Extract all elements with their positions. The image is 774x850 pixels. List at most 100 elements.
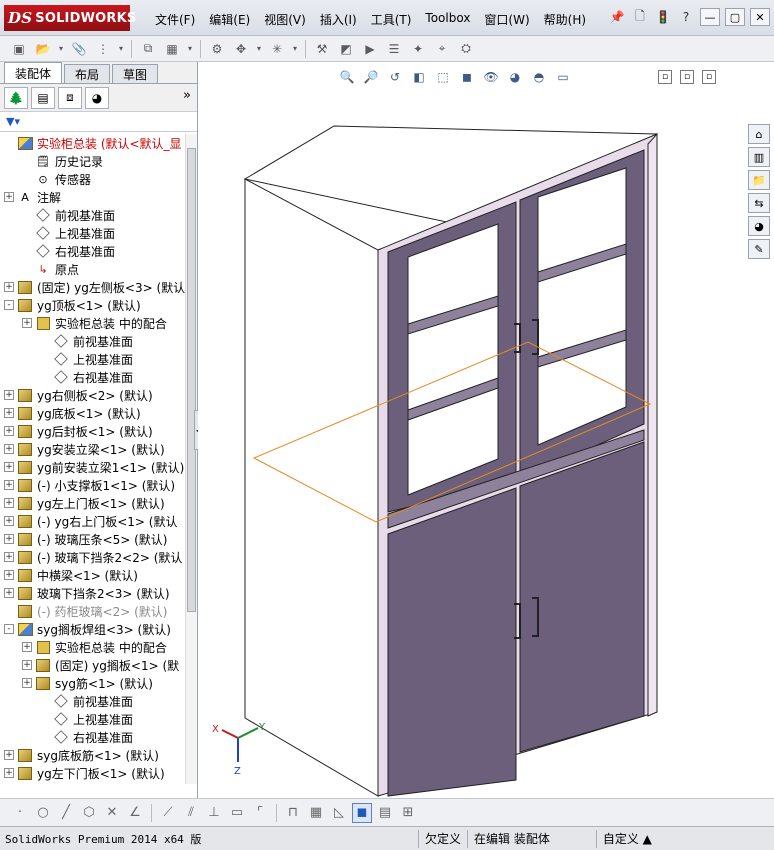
- appearances-icon[interactable]: ◕: [748, 216, 770, 236]
- display-manager-icon[interactable]: ◕: [85, 86, 109, 109]
- expand-icon[interactable]: +: [22, 678, 32, 688]
- tree-item[interactable]: + syg底板筋<1> (默认): [4, 746, 159, 764]
- grid-icon[interactable]: ▦: [306, 803, 326, 823]
- triangle-icon[interactable]: ◺: [329, 803, 349, 823]
- rectangle-icon[interactable]: ▭: [227, 803, 247, 823]
- menu-toolbox[interactable]: Toolbox: [418, 9, 477, 30]
- expand-icon[interactable]: +: [4, 462, 14, 472]
- tree-item[interactable]: 🗒 历史记录: [22, 152, 103, 170]
- tree-item[interactable]: + yg底板<1> (默认): [4, 404, 141, 422]
- menu-file[interactable]: 文件(F): [148, 9, 202, 30]
- tree-item[interactable]: + A 注解: [4, 188, 61, 206]
- maximize-button[interactable]: ▢: [725, 8, 745, 26]
- expand-icon[interactable]: +: [4, 426, 14, 436]
- custom-properties-icon[interactable]: ✎: [748, 239, 770, 259]
- move-dropdown-icon[interactable]: ▾: [254, 39, 264, 59]
- smart-dimension-icon[interactable]: ⟋: [158, 803, 178, 823]
- tree-item[interactable]: + 中横梁<1> (默认): [4, 566, 138, 584]
- tree-item[interactable]: + 实验柜总装 中的配合: [22, 638, 167, 656]
- expand-icon[interactable]: +: [4, 282, 14, 292]
- tree-item[interactable]: + yg安装立梁<1> (默认): [4, 440, 165, 458]
- open-dropdown-icon[interactable]: ▾: [56, 39, 66, 59]
- open-icon[interactable]: 📂: [32, 39, 54, 59]
- menu-edit[interactable]: 编辑(E): [202, 9, 257, 30]
- tree-item[interactable]: 前视基准面: [22, 206, 115, 224]
- collapse-icon[interactable]: -: [4, 300, 14, 310]
- minimize-button[interactable]: —: [700, 8, 720, 26]
- split-view-icon[interactable]: ▤: [375, 803, 395, 823]
- tree-item[interactable]: 右视基准面: [22, 242, 115, 260]
- expand-icon[interactable]: +: [4, 750, 14, 760]
- component-pattern-icon[interactable]: ▦: [161, 39, 183, 59]
- property-manager-icon[interactable]: ▤: [31, 86, 55, 109]
- tree-item[interactable]: + (-) 小支撑板1<1> (默认): [4, 476, 175, 494]
- pattern-dropdown-icon[interactable]: ▾: [185, 39, 195, 59]
- instant3d-icon[interactable]: ⌖: [431, 39, 453, 59]
- mirror-icon[interactable]: ⫽: [181, 803, 201, 823]
- expand-icon[interactable]: +: [4, 768, 14, 778]
- tree-item[interactable]: - yg顶板<1> (默认): [4, 296, 141, 314]
- tree-item[interactable]: + 玻璃下挡条2<3> (默认): [4, 584, 170, 602]
- graphics-area[interactable]: 🔍 🔎 ↺ ◧ ⬚ ◼ 👁 ◕ ◓ ▭ ▫ ▫ ▫ X Y Z ⌂ ▥ 📁 ⇆ …: [198, 62, 774, 798]
- tree-item[interactable]: + yg前安装立梁1<1> (默认): [4, 458, 184, 476]
- mate-icon[interactable]: ⧉: [137, 39, 159, 59]
- shaded-view-icon[interactable]: ◼: [352, 802, 372, 823]
- move-component-icon[interactable]: ✥: [230, 39, 252, 59]
- four-view-icon[interactable]: ⊞: [398, 803, 418, 823]
- tree-item[interactable]: 前视基准面: [40, 332, 133, 350]
- tree-item[interactable]: ↳ 原点: [22, 260, 79, 278]
- configuration-manager-icon[interactable]: ⧈: [58, 86, 82, 109]
- tree-item[interactable]: 上视基准面: [40, 710, 133, 728]
- design-library-icon[interactable]: ▥: [748, 147, 770, 167]
- expand-icon[interactable]: +: [4, 552, 14, 562]
- tree-item[interactable]: (-) 药柜玻璃<2> (默认): [4, 602, 167, 620]
- solidworks-resources-icon[interactable]: ⌂: [748, 124, 770, 144]
- expand-icon[interactable]: +: [4, 480, 14, 490]
- expand-icon[interactable]: +: [4, 516, 14, 526]
- tree-item[interactable]: + syg筋<1> (默认): [22, 674, 153, 692]
- tree-item[interactable]: + (固定) yg搁板<1> (默: [22, 656, 179, 674]
- pushpin-icon[interactable]: 📌: [608, 8, 626, 26]
- tree-item[interactable]: + yg左下门板<1> (默认): [4, 764, 165, 782]
- point-icon[interactable]: ·: [10, 803, 30, 823]
- tree-item[interactable]: + (-) 玻璃下挡条2<2> (默认: [4, 548, 182, 566]
- tree-item[interactable]: 上视基准面: [22, 224, 115, 242]
- menu-help[interactable]: 帮助(H): [537, 9, 593, 30]
- tree-item[interactable]: + yg后封板<1> (默认): [4, 422, 153, 440]
- status-custom-units[interactable]: 自定义 ▲: [595, 829, 658, 848]
- expand-icon[interactable]: +: [4, 498, 14, 508]
- angle-icon[interactable]: ∠: [125, 803, 145, 823]
- polygon-icon[interactable]: ⬡: [79, 803, 99, 823]
- corner-icon[interactable]: ⌜: [250, 803, 270, 823]
- tree-item[interactable]: 前视基准面: [40, 692, 133, 710]
- model-view[interactable]: X Y Z: [198, 62, 774, 798]
- close-button[interactable]: ✕: [750, 8, 770, 26]
- expand-icon[interactable]: +: [4, 408, 14, 418]
- collapse-icon[interactable]: -: [4, 624, 14, 634]
- relations-icon[interactable]: ⊥: [204, 803, 224, 823]
- bill-of-materials-icon[interactable]: ☰: [383, 39, 405, 59]
- traffic-light-icon[interactable]: 🚦: [654, 8, 672, 26]
- view-palette-icon[interactable]: ⇆: [748, 193, 770, 213]
- tree-item[interactable]: 右视基准面: [40, 368, 133, 386]
- new-icon[interactable]: ▣: [8, 39, 30, 59]
- new-document-icon[interactable]: 🗋: [631, 8, 649, 26]
- new-motion-study-icon[interactable]: ▶: [359, 39, 381, 59]
- tree-item[interactable]: 上视基准面: [40, 350, 133, 368]
- solidworks-logo[interactable]: DS SOLIDWORKS: [4, 5, 136, 31]
- insert-component-dropdown-icon[interactable]: ▾: [116, 39, 126, 59]
- tree-item[interactable]: 右视基准面: [40, 728, 133, 746]
- expand-icon[interactable]: +: [22, 660, 32, 670]
- expand-icon[interactable]: +: [4, 588, 14, 598]
- menu-insert[interactable]: 插入(I): [313, 9, 364, 30]
- line-icon[interactable]: ╱: [56, 803, 76, 823]
- expand-icon[interactable]: +: [4, 570, 14, 580]
- circle-icon[interactable]: ○: [33, 803, 53, 823]
- trim-icon[interactable]: ✕: [102, 803, 122, 823]
- more-tabs-icon[interactable]: »: [183, 88, 191, 103]
- tree-item[interactable]: ⊙ 传感器: [22, 170, 91, 188]
- tree-item[interactable]: + (固定) yg左侧板<3> (默认: [4, 278, 185, 296]
- feature-manager-icon[interactable]: 🌲: [4, 86, 28, 109]
- paperclip-icon[interactable]: 📎: [68, 39, 90, 59]
- expand-icon[interactable]: +: [4, 534, 14, 544]
